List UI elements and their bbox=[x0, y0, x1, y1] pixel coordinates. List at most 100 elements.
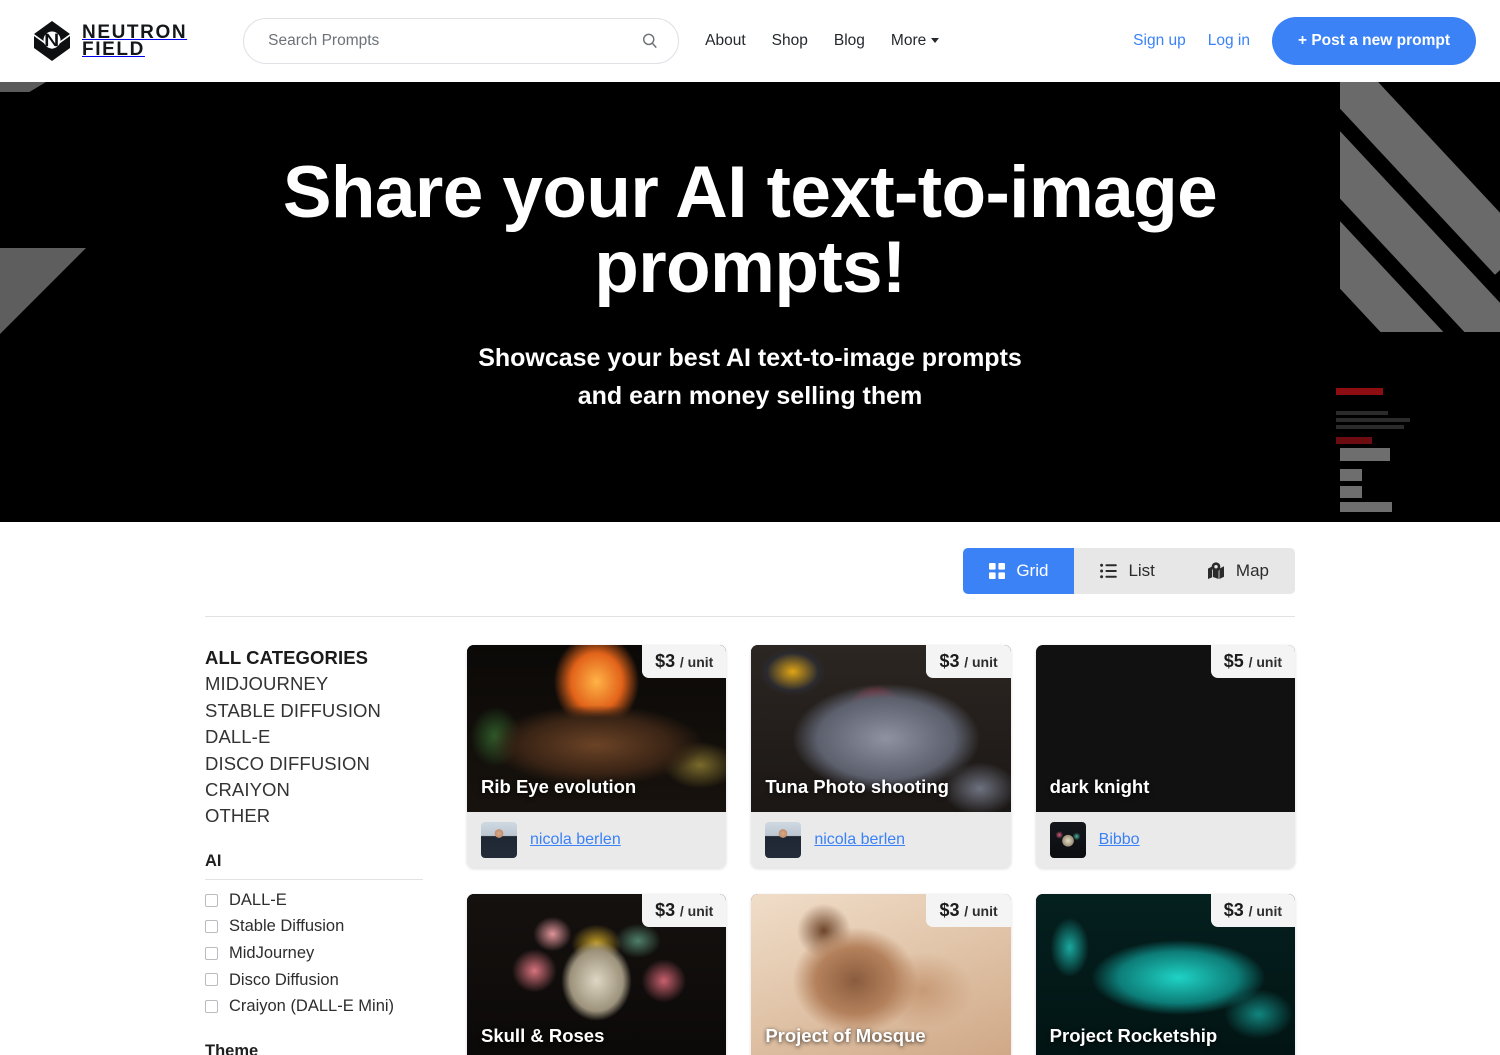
hero-banner: Share your AI text-to-image prompts! Sho… bbox=[0, 82, 1500, 522]
logo-link[interactable]: NEUTRON FIELD bbox=[30, 19, 187, 63]
filter-label: DALL-E bbox=[229, 890, 287, 909]
filter-sidebar: ALL CATEGORIES MIDJOURNEY STABLE DIFFUSI… bbox=[205, 645, 467, 1055]
sidebar-item-dall-e[interactable]: DALL-E bbox=[205, 724, 423, 750]
price-badge: $3 / unit bbox=[642, 894, 727, 927]
sidebar-item-craiyon[interactable]: CRAIYON bbox=[205, 777, 423, 803]
filter-checkbox-dall-e[interactable]: DALL-E bbox=[205, 887, 423, 914]
checkbox-icon[interactable] bbox=[205, 1000, 218, 1014]
price-value: $3 bbox=[655, 900, 676, 920]
prompt-title: Rib Eye evolution bbox=[481, 776, 637, 797]
sidebar-item-disco-diffusion[interactable]: DISCO DIFFUSION bbox=[205, 751, 423, 777]
price-value: $3 bbox=[655, 651, 676, 671]
prompt-card[interactable]: $3 / unit Project Rocketship bbox=[1035, 894, 1295, 1055]
hero-subtitle-line-1: Showcase your best AI text-to-image prom… bbox=[478, 344, 1022, 373]
price-badge: $5 / unit bbox=[1210, 645, 1295, 678]
logo-wordmark: NEUTRON FIELD bbox=[82, 22, 187, 60]
post-new-prompt-button[interactable]: + Post a new prompt bbox=[1271, 17, 1476, 65]
filter-group-ai: AI DALL-E Stable Diffusion MidJourney Di… bbox=[205, 852, 423, 1020]
price-unit: / unit bbox=[1248, 903, 1282, 919]
nav-item-more[interactable]: More bbox=[890, 32, 940, 50]
view-toggle-list-label: List bbox=[1128, 561, 1155, 580]
author-link[interactable]: Bibbo bbox=[1099, 831, 1140, 849]
filter-group-ai-title: AI bbox=[205, 852, 423, 880]
price-unit: / unit bbox=[964, 903, 998, 919]
prompt-card-grid: $3 / unit Rib Eye evolution nicola berle… bbox=[467, 645, 1295, 1055]
prompt-card[interactable]: $5 / unit dark knight Bibbo bbox=[1035, 645, 1295, 868]
avatar[interactable] bbox=[481, 822, 517, 858]
grid-icon bbox=[989, 563, 1006, 579]
prompt-card[interactable]: $3 / unit Tuna Photo shooting nicola ber… bbox=[751, 645, 1011, 868]
nav-item-about[interactable]: About bbox=[705, 32, 746, 50]
checkbox-icon[interactable] bbox=[205, 973, 218, 987]
view-toolbar: Grid List Map bbox=[205, 522, 1295, 594]
price-badge: $3 / unit bbox=[926, 645, 1011, 678]
sidebar-item-all-categories[interactable]: ALL CATEGORIES bbox=[205, 645, 423, 671]
search-input[interactable] bbox=[243, 18, 680, 64]
filter-label: Craiyon (DALL-E Mini) bbox=[229, 997, 395, 1016]
prompt-card[interactable]: $3 / unit Project of Mosque bbox=[751, 894, 1011, 1055]
author-link[interactable]: nicola berlen bbox=[814, 831, 905, 849]
filter-group-theme-title: Theme bbox=[205, 1042, 423, 1055]
prompt-card-footer: Bibbo bbox=[1035, 812, 1295, 868]
view-toggle-map-label: Map bbox=[1235, 561, 1269, 580]
price-value: $5 bbox=[1223, 651, 1244, 671]
checkbox-icon[interactable] bbox=[205, 893, 218, 907]
price-badge: $3 / unit bbox=[1210, 894, 1295, 927]
neutron-cube-logo-icon bbox=[30, 19, 74, 63]
price-unit: / unit bbox=[679, 903, 714, 919]
price-badge: $3 / unit bbox=[926, 894, 1011, 927]
prompt-thumbnail[interactable]: $3 / unit Rib Eye evolution bbox=[467, 645, 727, 812]
prompt-thumbnail[interactable]: $3 / unit Project Rocketship bbox=[1035, 894, 1295, 1055]
prompt-card-footer: nicola berlen bbox=[467, 812, 727, 868]
filter-checkbox-stable-diffusion[interactable]: Stable Diffusion bbox=[205, 913, 423, 940]
prompt-card[interactable]: $3 / unit Rib Eye evolution nicola berle… bbox=[467, 645, 727, 868]
signup-link[interactable]: Sign up bbox=[1133, 32, 1186, 50]
filter-checkbox-craiyon[interactable]: Craiyon (DALL-E Mini) bbox=[205, 993, 423, 1020]
prompt-thumbnail[interactable]: $3 / unit Project of Mosque bbox=[751, 894, 1011, 1055]
prompt-thumbnail[interactable]: $3 / unit Skull & Roses bbox=[467, 894, 727, 1055]
filter-group-theme: Theme Animals bbox=[205, 1042, 423, 1055]
price-unit: / unit bbox=[679, 654, 714, 670]
view-toggle-grid[interactable]: Grid bbox=[963, 548, 1075, 594]
hero-subtitle: Showcase your best AI text-to-image prom… bbox=[0, 339, 1500, 415]
view-toggle-list[interactable]: List bbox=[1074, 548, 1181, 594]
prompt-title: Project of Mosque bbox=[765, 1025, 926, 1046]
main-nav: About Shop Blog More bbox=[705, 32, 940, 50]
filter-label: Disco Diffusion bbox=[229, 970, 339, 989]
prompt-title: Tuna Photo shooting bbox=[765, 776, 949, 797]
nav-item-blog[interactable]: Blog bbox=[834, 32, 865, 50]
price-unit: / unit bbox=[964, 654, 998, 670]
search-icon[interactable] bbox=[641, 32, 659, 50]
logo-line-2: FIELD bbox=[82, 39, 145, 60]
avatar[interactable] bbox=[765, 822, 802, 858]
poster-red-title bbox=[1336, 437, 1372, 444]
sidebar-item-midjourney[interactable]: MIDJOURNEY bbox=[205, 671, 423, 697]
price-value: $3 bbox=[939, 900, 960, 920]
login-link[interactable]: Log in bbox=[1208, 32, 1250, 50]
prompt-card[interactable]: $3 / unit Skull & Roses bbox=[467, 894, 727, 1055]
nav-item-shop[interactable]: Shop bbox=[772, 32, 808, 50]
avatar[interactable] bbox=[1049, 822, 1086, 858]
header-actions: Sign up Log in + Post a new prompt bbox=[1133, 17, 1476, 65]
prompt-thumbnail[interactable]: $3 / unit Tuna Photo shooting bbox=[751, 645, 1011, 812]
site-header: NEUTRON FIELD About Shop Blog More Sign … bbox=[0, 0, 1500, 82]
checkbox-icon[interactable] bbox=[205, 920, 218, 934]
filter-label: Stable Diffusion bbox=[229, 917, 345, 936]
list-icon bbox=[1100, 563, 1118, 579]
nav-item-more-label: More bbox=[890, 32, 927, 49]
author-link[interactable]: nicola berlen bbox=[530, 831, 621, 849]
checkbox-icon[interactable] bbox=[205, 946, 218, 960]
view-toggle-map[interactable]: Map bbox=[1180, 548, 1295, 594]
sidebar-item-other[interactable]: OTHER bbox=[205, 803, 423, 829]
price-value: $3 bbox=[1223, 900, 1244, 920]
hero-subtitle-line-2: and earn money selling them bbox=[577, 382, 923, 411]
category-list: ALL CATEGORIES MIDJOURNEY STABLE DIFFUSI… bbox=[205, 645, 423, 830]
map-pin-icon bbox=[1207, 562, 1225, 580]
sidebar-item-stable-diffusion[interactable]: STABLE DIFFUSION bbox=[205, 698, 423, 724]
prompt-thumbnail[interactable]: $5 / unit dark knight bbox=[1035, 645, 1295, 812]
filter-label: MidJourney bbox=[229, 944, 315, 963]
filter-checkbox-midjourney[interactable]: MidJourney bbox=[205, 940, 423, 967]
prompt-title: Skull & Roses bbox=[481, 1025, 605, 1046]
price-value: $3 bbox=[939, 651, 960, 671]
filter-checkbox-disco-diffusion[interactable]: Disco Diffusion bbox=[205, 967, 423, 994]
